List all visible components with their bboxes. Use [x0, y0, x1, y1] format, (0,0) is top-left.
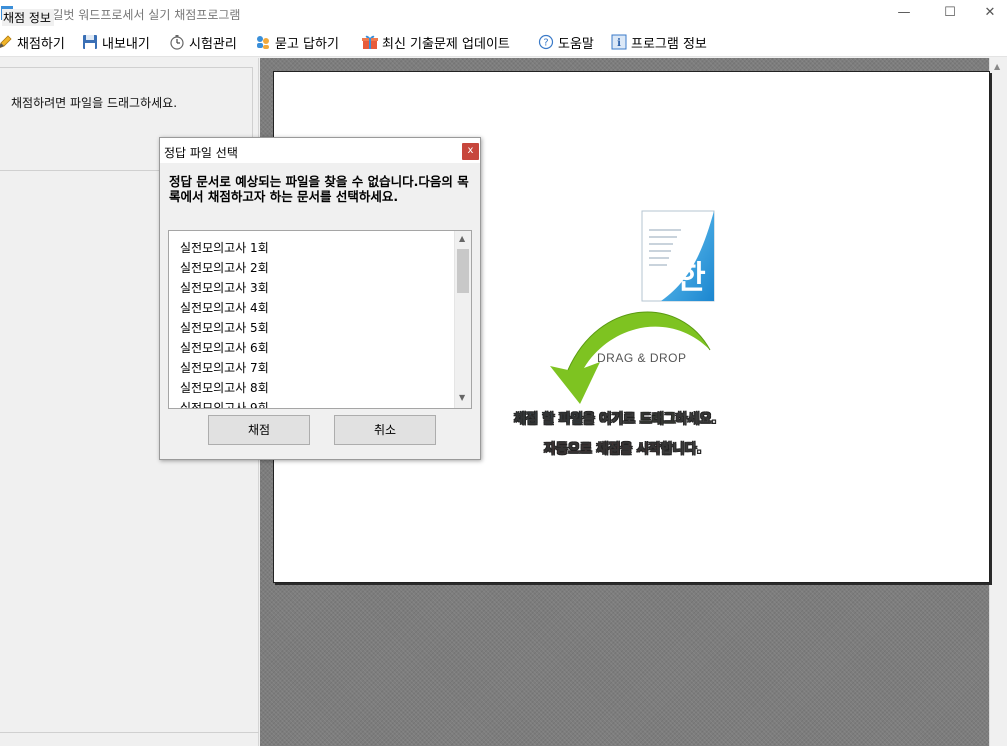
- listbox-scrollbar[interactable]: ▲ ▼: [454, 231, 471, 408]
- info-icon: i: [611, 34, 627, 50]
- grading-instruction: 채점하려면 파일을 드래그하세요.: [11, 96, 178, 110]
- dialog-title: 정답 파일 선택: [164, 146, 238, 160]
- list-item[interactable]: 실전모의고사 2회: [180, 258, 269, 278]
- timer-icon: [170, 35, 184, 50]
- menu-latest-update[interactable]: 최신 기출문제 업데이트: [362, 28, 510, 56]
- list-item[interactable]: 실전모의고사 5회: [180, 318, 269, 338]
- menu-qa[interactable]: 묻고 답하기: [255, 28, 339, 56]
- list-item[interactable]: 실전모의고사 7회: [180, 358, 269, 378]
- drop-line1-here: 을 여기로: [582, 412, 640, 428]
- scroll-down-icon[interactable]: ▼: [459, 393, 465, 402]
- answer-file-dialog: 정답 파일 선택 x 정답 문서로 예상되는 파일을 찾을 수 없습니다.다음의…: [159, 137, 481, 460]
- list-item[interactable]: 실전모의고사 1회: [180, 238, 269, 258]
- dialog-title-bar: 정답 파일 선택 x: [160, 138, 480, 163]
- drop-line2-auto: 자동으로 채점을 시작: [544, 442, 661, 458]
- menu-help-label: 도움말: [558, 36, 594, 52]
- scrollbar-thumb[interactable]: [457, 249, 469, 293]
- drag-drop-text: DRAG & DROP: [597, 351, 687, 365]
- workspace-scrollbar[interactable]: ▲: [989, 58, 1007, 746]
- list-item[interactable]: 실전모의고사 3회: [180, 278, 269, 298]
- exam-listbox[interactable]: 실전모의고사 1회 실전모의고사 2회 실전모의고사 3회 실전모의고사 4회 …: [168, 230, 472, 409]
- close-button[interactable]: ✕: [967, 0, 1007, 28]
- minimize-button[interactable]: —: [881, 0, 927, 28]
- drop-line1-end: 하세요.: [675, 412, 717, 428]
- hwp-glyph: 한: [676, 258, 705, 296]
- list-item[interactable]: 실전모의고사 4회: [180, 298, 269, 318]
- menu-help[interactable]: ? 도움말: [538, 28, 594, 56]
- dialog-message: 정답 문서로 예상되는 파일을 찾을 수 없습니다.다음의 목록에서 채점하고자…: [169, 174, 469, 204]
- hwp-document-icon: 한: [641, 210, 715, 302]
- list-item[interactable]: 실전모의고사 6회: [180, 338, 269, 358]
- menu-grade-label: 채점하기: [17, 36, 65, 52]
- title-bar: 2020 길벗 워드프로세서 실기 채점프로그램 — ☐ ✕: [0, 0, 1007, 28]
- list-item[interactable]: 실전모의고사 8회: [180, 378, 269, 398]
- svg-text:?: ?: [543, 38, 548, 49]
- drop-instruction-line1: 채점 할 파일을 여기로 드래그하세요.: [514, 408, 717, 428]
- drop-line1-drag: 드래그: [639, 412, 676, 428]
- menu-qa-label: 묻고 답하기: [275, 36, 339, 52]
- drop-line2-end: 합니다.: [660, 442, 702, 458]
- grading-info-title: 채점 정보: [2, 9, 54, 26]
- pencil-icon: [0, 35, 12, 49]
- menu-exam-label: 시험관리: [189, 36, 237, 52]
- drop-instruction-line2: 자동으로 채점을 시작합니다.: [544, 438, 702, 458]
- menu-exam-manage[interactable]: 시험관리: [169, 28, 237, 56]
- left-panel-divider: [0, 732, 259, 733]
- scroll-up-icon: ▲: [994, 62, 1001, 71]
- help-icon: ?: [538, 34, 554, 50]
- drop-line1-file: 채점 할 파일: [514, 412, 583, 428]
- menu-about-label: 프로그램 정보: [631, 36, 707, 52]
- gift-icon: [362, 35, 378, 49]
- menu-export-label: 내보내기: [102, 36, 150, 52]
- menu-latest-label: 최신 기출문제 업데이트: [382, 36, 510, 52]
- menu-export[interactable]: 내보내기: [82, 28, 150, 56]
- menu-bar: 채점하기 내보내기 시험관리 묻고 답하기 최신 기출문제 업데이트 ? 도움말…: [0, 28, 1007, 57]
- svg-text:i: i: [617, 38, 621, 49]
- menu-grade[interactable]: 채점하기: [0, 28, 65, 56]
- scroll-up-icon[interactable]: ▲: [459, 234, 465, 243]
- grade-button[interactable]: 채점: [208, 415, 310, 445]
- list-item[interactable]: 실전모의고사 9회: [180, 398, 269, 408]
- dialog-close-button[interactable]: x: [462, 143, 479, 160]
- save-icon: [83, 35, 97, 49]
- menu-program-info[interactable]: i 프로그램 정보: [611, 28, 707, 56]
- people-icon: [257, 36, 269, 49]
- cancel-button[interactable]: 취소: [334, 415, 436, 445]
